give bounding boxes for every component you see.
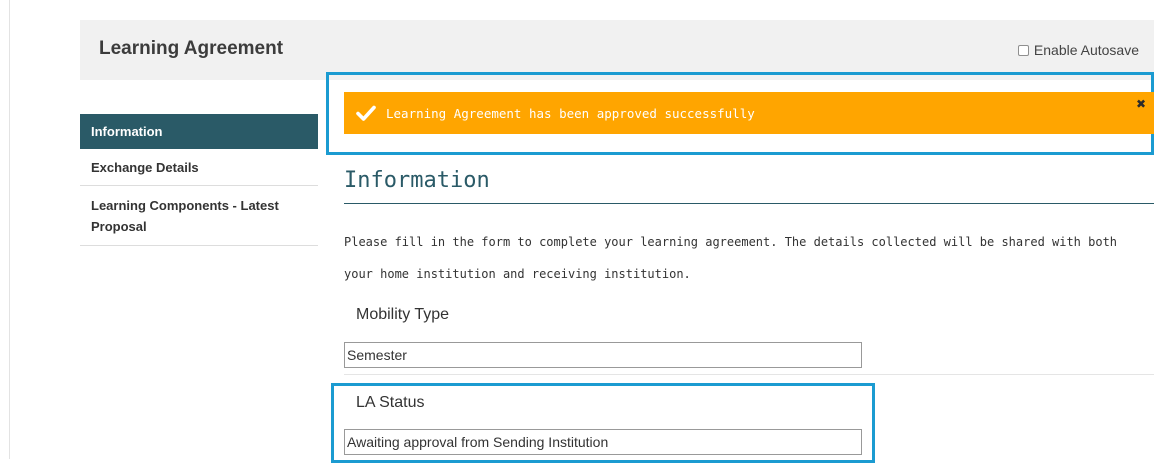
- mobility-type-label: Mobility Type: [356, 306, 450, 323]
- la-status-field[interactable]: Awaiting approval from Sending Instituti…: [344, 429, 862, 455]
- section-divider: [344, 203, 1154, 204]
- field-divider: [344, 374, 1154, 375]
- sidebar-item-learning-components[interactable]: Learning Components - Latest Proposal: [80, 186, 318, 246]
- sidebar-item-label: Exchange Details: [91, 159, 199, 175]
- success-alert: Learning Agreement has been approved suc…: [344, 92, 1154, 134]
- sidebar-nav: Information Exchange Details Learning Co…: [80, 114, 318, 246]
- left-divider: [9, 0, 10, 459]
- check-icon: [356, 105, 376, 121]
- alert-message: Learning Agreement has been approved suc…: [386, 105, 755, 121]
- autosave-label: Enable Autosave: [1033, 42, 1139, 58]
- section-title: Information: [344, 168, 490, 193]
- autosave-checkbox[interactable]: [1017, 44, 1029, 56]
- la-status-label: LA Status: [356, 394, 425, 411]
- sidebar-item-information[interactable]: Information: [80, 114, 318, 149]
- page-title: Learning Agreement: [99, 38, 284, 59]
- page-header: Learning Agreement Enable Autosave: [80, 20, 1154, 80]
- sidebar-item-label: Information: [91, 124, 163, 139]
- close-icon[interactable]: ✖: [1136, 97, 1146, 111]
- mobility-type-field[interactable]: Semester: [344, 342, 862, 368]
- autosave-toggle[interactable]: Enable Autosave: [1017, 42, 1139, 58]
- sidebar-item-label: Learning Components - Latest Proposal: [91, 197, 279, 234]
- form-description: Please fill in the form to complete your…: [344, 235, 1118, 281]
- sidebar-item-exchange-details[interactable]: Exchange Details: [80, 149, 318, 186]
